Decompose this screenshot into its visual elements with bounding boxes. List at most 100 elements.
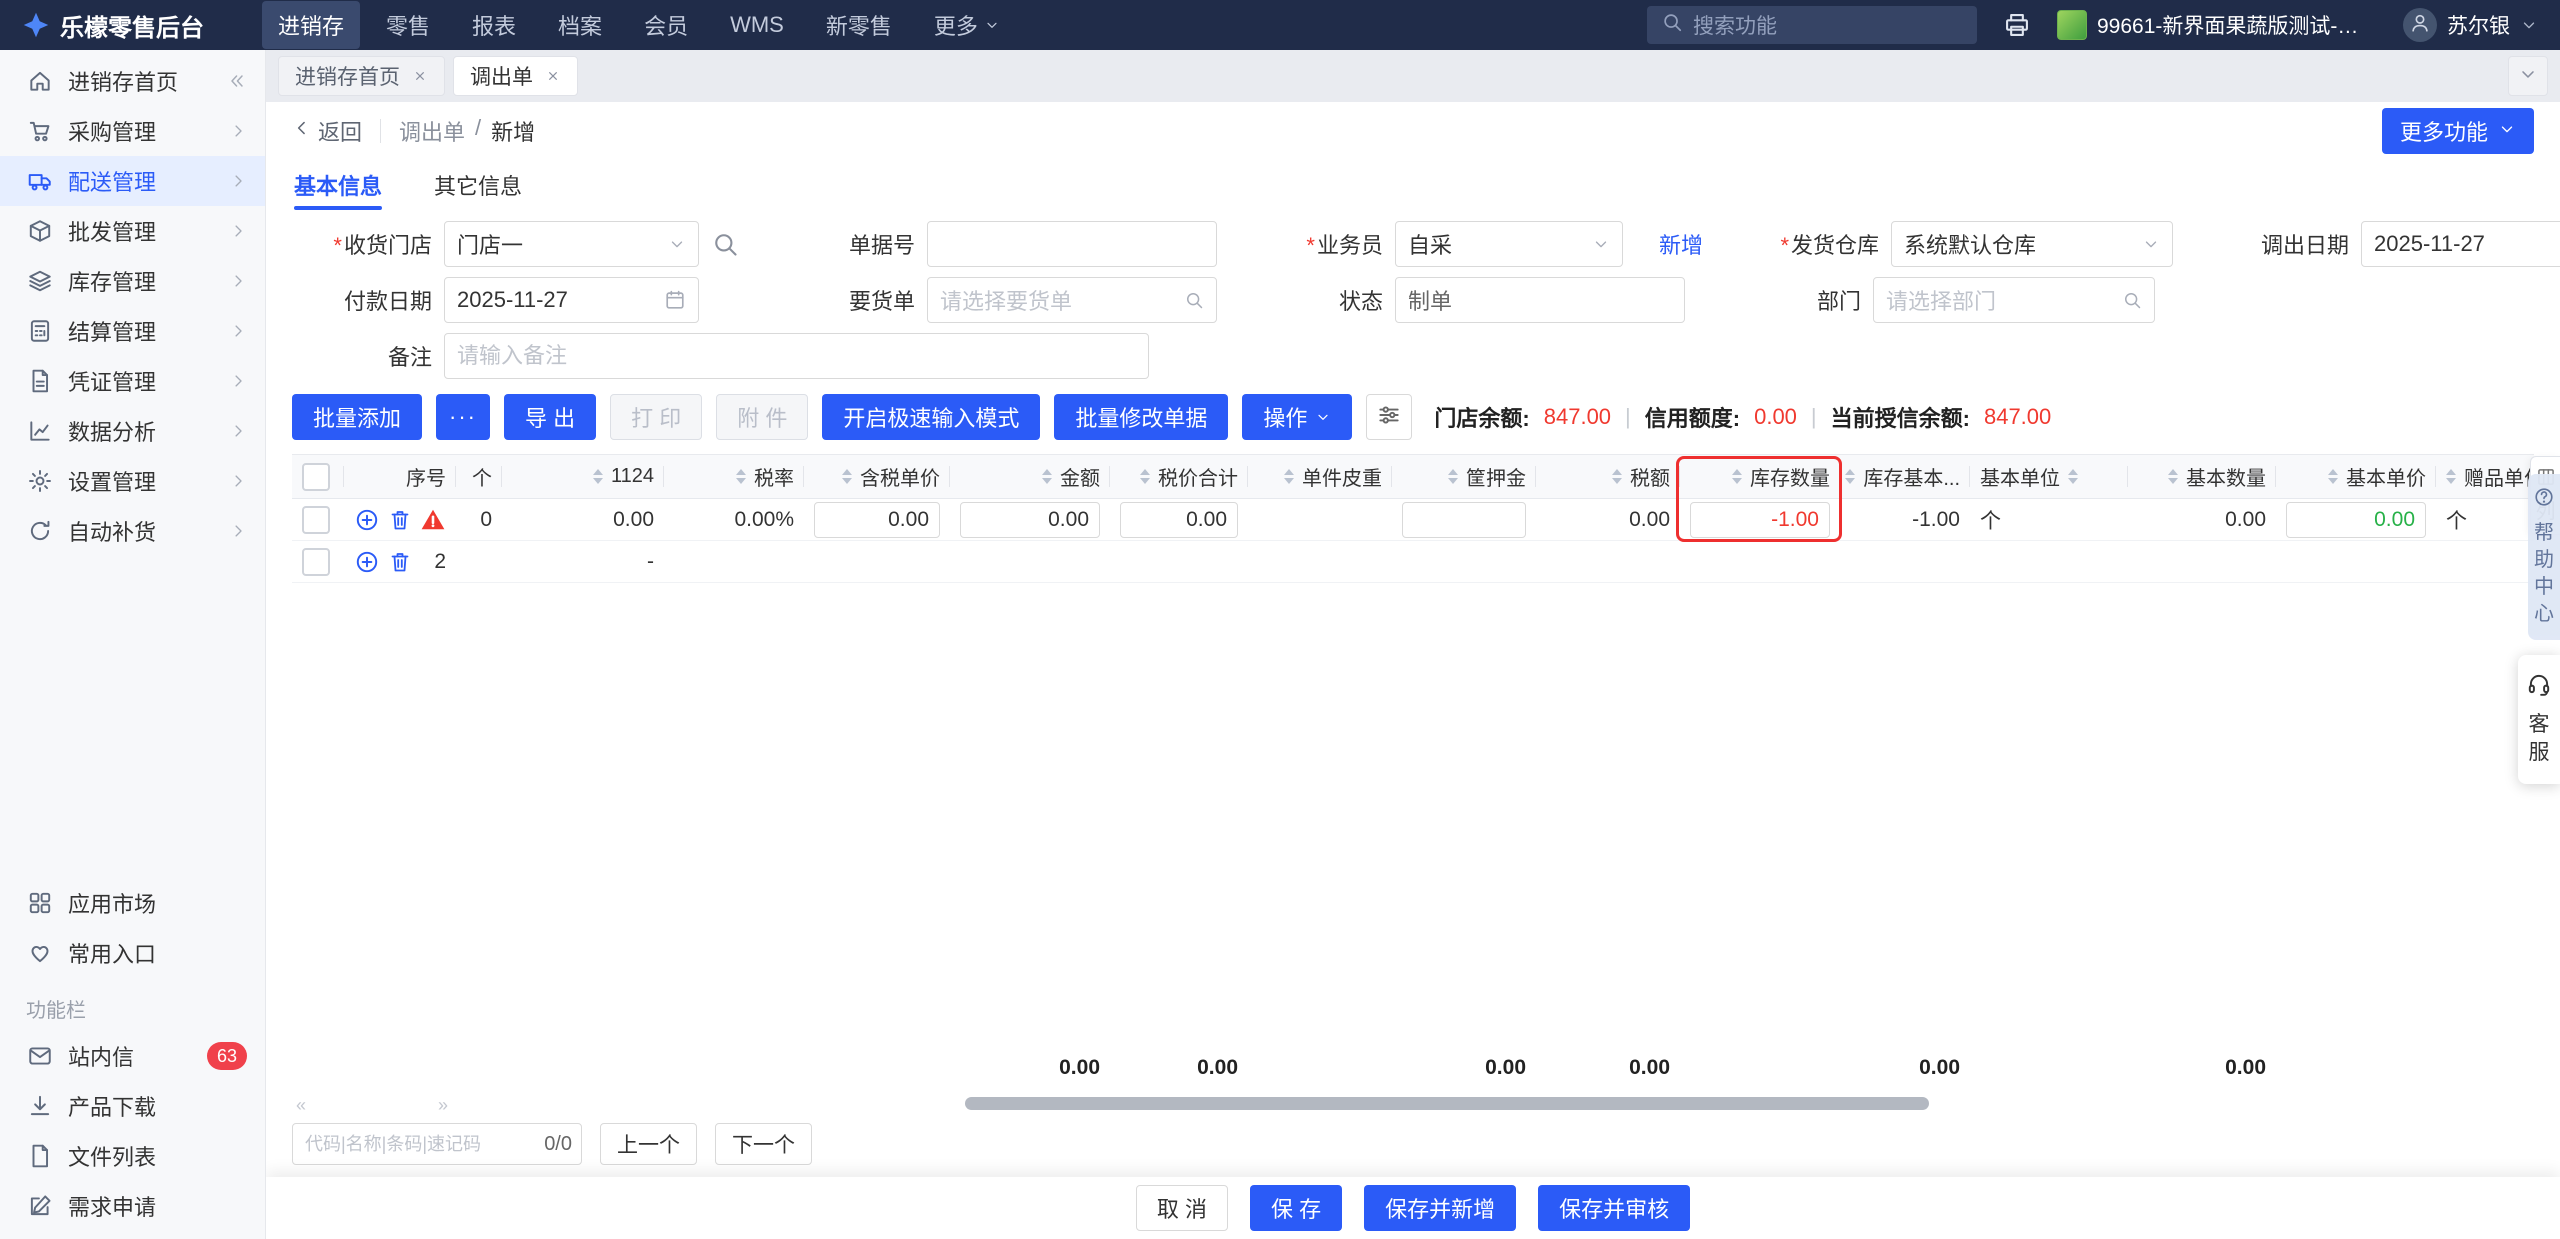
close-tab-icon[interactable] [412,68,428,84]
back-button[interactable]: 返回 [292,115,362,147]
remark-input[interactable] [444,333,1149,379]
action-button-导出[interactable]: 导 出 [504,394,597,440]
nav-item-新零售[interactable]: 新零售 [810,1,908,49]
cancel-button[interactable]: 取 消 [1135,1185,1228,1231]
col-header-select[interactable] [292,455,344,498]
sidebar-item-库存管理[interactable]: 库存管理 [0,256,265,306]
close-tab-icon[interactable] [545,68,561,84]
cell-input-price_tax[interactable]: 0.00 [814,501,940,538]
sidebar-item-数据分析[interactable]: 数据分析 [0,406,265,456]
select-all-checkbox[interactable] [302,462,330,491]
sidebar-item-结算管理[interactable]: 结算管理 [0,306,265,356]
cell-input-amount[interactable]: 0.00 [960,501,1100,538]
user-menu[interactable]: 苏尔银 [2403,8,2538,42]
scroll-left-step[interactable]: « [296,1095,306,1115]
printer-icon[interactable] [2003,11,2031,39]
sidebar-item-站内信[interactable]: 站内信 63 [0,1031,265,1081]
sidebar-item-文件列表[interactable]: 文件列表 [0,1131,265,1181]
col-header-库存基本...[interactable]: 库存基本... [1840,455,1970,498]
warehouse-select[interactable]: 系统默认仓库 [1891,221,2174,267]
sidebar-item-需求申请[interactable]: 需求申请 [0,1181,265,1231]
sidebar-item-应用市场[interactable]: 应用市场 [0,878,265,928]
sidebar-item-常用入口[interactable]: 常用入口 [0,928,265,978]
nav-item-进销存[interactable]: 进销存 [262,1,361,49]
sidebar-item-凭证管理[interactable]: 凭证管理 [0,356,265,406]
demand-doc-input[interactable]: 请选择要货单 [927,277,1217,323]
scrollbar-thumb[interactable] [964,1097,1929,1110]
nav-item-档案[interactable]: 档案 [542,1,618,49]
action-button-操作[interactable]: 操作 [1242,394,1353,440]
col-header-基本单价[interactable]: 基本单价 [2276,455,2436,498]
help-center-tab[interactable]: 帮助中心 [2528,474,2560,640]
store-search-icon[interactable] [711,230,739,258]
tab-other-info[interactable]: 其它信息 [434,160,522,210]
col-header-基本单位[interactable]: 基本单位 [1970,455,2128,498]
doc-no-input[interactable] [927,221,1217,267]
col-header-筐押金[interactable]: 筐押金 [1392,455,1536,498]
col-header-1124[interactable]: 1124 [502,455,664,498]
quick-search-input[interactable] [292,1123,582,1165]
tab-basic-info[interactable]: 基本信息 [294,160,383,210]
action-button-批量添加[interactable]: 批量添加 [292,394,423,440]
store-selector[interactable]: 99661-新界面果蔬版测试-管理... [2057,10,2377,40]
scroll-right-step[interactable]: » [438,1095,448,1115]
col-header-label: 基本数量 [2186,468,2266,490]
col-header-基本数量[interactable]: 基本数量 [2128,455,2276,498]
chevron-right-icon [229,372,247,390]
action-button-批量修改单据[interactable]: 批量修改单据 [1054,394,1229,440]
sidebar-item-进销存首页[interactable]: 进销存首页 [0,56,265,106]
delete-row-icon[interactable] [388,550,412,574]
save-and-audit-button[interactable]: 保存并审核 [1538,1185,1691,1231]
col-header-单件皮重[interactable]: 单件皮重 [1248,455,1392,498]
row-checkbox[interactable] [302,505,330,534]
action-button-开启极速输入模式[interactable]: 开启极速输入模式 [822,394,1041,440]
add-row-icon[interactable] [354,549,380,575]
col-header-赠品单位[interactable]: 赠品单位 [2436,455,2534,498]
doc-tab-调出单[interactable]: 调出单 [453,56,578,96]
demand-doc-label: 要货单 [848,289,915,314]
cell-input-stock[interactable]: -1.00 [1690,501,1830,538]
display-settings-button[interactable] [1366,394,1413,440]
cell-input-base_price[interactable]: 0.00 [2286,501,2426,538]
add-salesman-link[interactable]: 新增 [1659,228,1703,260]
dept-input[interactable]: 请选择部门 [1873,277,2155,323]
nav-item-WMS[interactable]: WMS [714,4,800,46]
nav-item-报表[interactable]: 报表 [456,1,532,49]
row-checkbox[interactable] [302,547,330,576]
sidebar-item-配送管理[interactable]: 配送管理 [0,156,265,206]
receive-store-select[interactable]: 门店一 [444,221,699,267]
sidebar-item-产品下载[interactable]: 产品下载 [0,1081,265,1131]
nav-item-零售[interactable]: 零售 [370,1,446,49]
previous-button[interactable]: 上一个 [600,1123,697,1165]
sidebar-item-采购管理[interactable]: 采购管理 [0,106,265,156]
save-button[interactable]: 保 存 [1249,1185,1343,1231]
collapse-sidebar-icon[interactable] [227,71,247,91]
col-header-税价合计[interactable]: 税价合计 [1110,455,1248,498]
save-and-new-button[interactable]: 保存并新增 [1364,1185,1517,1231]
salesman-select[interactable]: 自采 [1395,221,1623,267]
col-header-税率[interactable]: 税率 [664,455,804,498]
action-button-···[interactable]: ··· [436,394,490,440]
cell-input-deposit[interactable] [1402,501,1526,538]
more-functions-button[interactable]: 更多功能 [2381,108,2534,154]
pay-date-input[interactable]: 2025-11-27 [444,277,699,323]
sidebar-item-批发管理[interactable]: 批发管理 [0,206,265,256]
sidebar-item-自动补货[interactable]: 自动补货 [0,506,265,556]
next-button[interactable]: 下一个 [715,1123,812,1165]
sidebar-item-设置管理[interactable]: 设置管理 [0,456,265,506]
col-header-税额[interactable]: 税额 [1536,455,1680,498]
add-row-icon[interactable] [354,507,380,533]
nav-item-会员[interactable]: 会员 [628,1,704,49]
cell-input-sum_tax[interactable]: 0.00 [1120,501,1238,538]
global-search-input[interactable]: 搜索功能 [1647,6,1977,44]
horizontal-scrollbar[interactable]: « » [292,1095,2534,1115]
doc-tab-进销存首页[interactable]: 进销存首页 [278,56,445,96]
col-header-含税单价[interactable]: 含税单价 [804,455,950,498]
tabstrip-dropdown-button[interactable] [2508,56,2548,96]
customer-service-tab[interactable]: 客服 [2518,655,2560,784]
out-date-input[interactable]: 2025-11-27 [2361,221,2560,267]
delete-row-icon[interactable] [388,508,412,532]
col-header-金额[interactable]: 金额 [950,455,1110,498]
col-header-库存数量[interactable]: 库存数量 [1680,455,1840,498]
nav-item-更多[interactable]: 更多 [918,1,1016,49]
